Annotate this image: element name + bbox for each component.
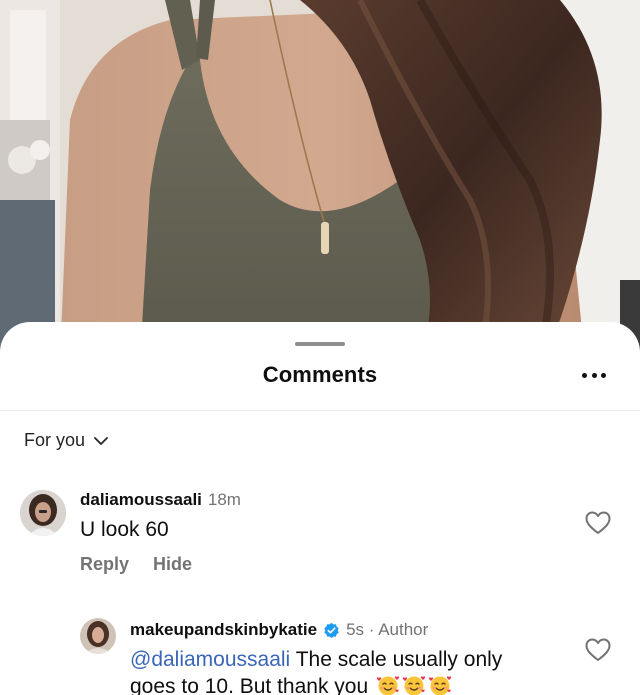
reply-item: makeupandskinbykatie 5s · Author @daliam… xyxy=(0,612,640,695)
avatar[interactable] xyxy=(80,618,116,654)
post-photo xyxy=(0,0,640,360)
hide-button[interactable]: Hide xyxy=(153,554,192,575)
app-screen: Comments For you daliamoussaali 18m U lo… xyxy=(0,0,640,695)
reply-header: makeupandskinbykatie 5s · Author xyxy=(130,620,428,640)
smiling-face-with-hearts-icon xyxy=(376,676,400,695)
comment-header: daliamoussaali 18m xyxy=(80,490,241,510)
avatar[interactable] xyxy=(20,490,66,536)
reply-button[interactable]: Reply xyxy=(80,554,129,575)
comment-username[interactable]: daliamoussaali xyxy=(80,490,202,510)
filter-label: For you xyxy=(24,430,86,450)
reply-mention[interactable]: @daliamoussaali xyxy=(130,648,290,671)
comments-sheet: Comments For you daliamoussaali 18m U lo… xyxy=(0,322,640,695)
comment-item: daliamoussaali 18m U look 60 Reply Hide xyxy=(0,482,640,592)
reply-username[interactable]: makeupandskinbykatie xyxy=(130,620,317,640)
header-divider xyxy=(0,410,640,411)
sheet-drag-handle[interactable] xyxy=(295,342,345,346)
more-options-icon[interactable] xyxy=(582,370,606,380)
post-photo-illustration xyxy=(0,0,640,360)
reply-text: @daliamoussaali The scale usually only g… xyxy=(130,646,550,695)
heart-outline-icon[interactable] xyxy=(585,511,611,535)
smiling-face-with-hearts-icon xyxy=(402,676,426,695)
heart-outline-icon[interactable] xyxy=(585,638,611,662)
comment-text: U look 60 xyxy=(80,518,169,541)
comment-actions: Reply Hide xyxy=(80,554,192,575)
chevron-down-icon xyxy=(94,436,108,445)
verified-badge-icon xyxy=(324,622,339,638)
comment-filter-dropdown[interactable]: For you xyxy=(24,430,109,451)
smiling-face-with-hearts-icon xyxy=(428,676,452,695)
sheet-title: Comments xyxy=(262,362,378,387)
comment-timestamp: 18m xyxy=(207,490,241,509)
reply-time-author: 5s · Author xyxy=(346,620,429,639)
